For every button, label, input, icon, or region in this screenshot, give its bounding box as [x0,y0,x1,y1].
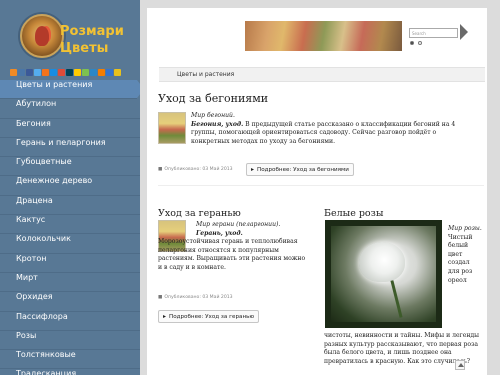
sidebar-item[interactable]: Мирт [0,273,140,293]
sidebar-item[interactable]: Традесканция [0,369,140,375]
sidebar-item[interactable]: Губоцветные [0,157,140,177]
site-logo[interactable]: Розмари Цветы [12,14,136,64]
sidebar-item[interactable]: Толстянковые [0,350,140,370]
search-options [410,41,422,46]
delicious-icon[interactable] [106,69,113,76]
odnoklassniki-icon[interactable] [42,69,49,76]
sidebar-item[interactable]: Денежное дерево [0,176,140,196]
publish-date: Опубликовано: 03 Май 2013 [158,295,232,300]
article-title[interactable]: Белые розы [324,208,383,219]
article-bold-lead: Герань, уход. [196,229,243,237]
rose-flower [359,242,405,282]
rss-icon[interactable] [10,69,17,76]
liveinternet-icon[interactable] [82,69,89,76]
search-option-radio[interactable] [418,41,422,45]
white-rose-image[interactable] [325,220,442,328]
sidebar-item[interactable]: Розы [0,331,140,351]
sidebar-item[interactable]: Орхидея [0,292,140,312]
main-content: Search Цветы и растения Уход за бегониям… [147,8,487,375]
search-button-icon[interactable] [460,24,468,40]
moimir-icon[interactable] [90,69,97,76]
header-banner [245,21,402,51]
publish-date: Опубликовано: 03 Май 2013 [158,167,232,172]
read-more-button[interactable]: Подробнее: Уход за бегониями [246,163,354,176]
twitter-icon[interactable] [34,69,41,76]
search-input[interactable]: Search [409,28,458,38]
sidebar-item[interactable]: Герань и пеларгония [0,138,140,158]
article-title[interactable]: Уход за бегониями [158,92,268,105]
sidebar-item[interactable]: Колокольчик [0,234,140,254]
mailru-icon[interactable] [50,69,57,76]
facebook-icon[interactable] [26,69,33,76]
blogger-icon[interactable] [98,69,105,76]
google-icon[interactable] [58,69,65,76]
livejournal-icon[interactable] [66,69,73,76]
sidebar-item[interactable]: Драцена [0,196,140,216]
article-bold-lead: Бегония, уход. [191,120,244,128]
article-excerpt: Мир бегоний. Бегония, уход. В предыдущей… [191,112,471,146]
sidebar-item[interactable]: Кактус [0,215,140,235]
site-title: Розмари [60,24,124,39]
article-thumbnail[interactable] [158,112,186,144]
vk-icon[interactable] [18,69,25,76]
sidebar-item[interactable]: Абутилон [0,99,140,119]
sidebar-nav: Цветы и растения Абутилон Бегония Герань и … [0,80,140,375]
scroll-to-top-button[interactable] [455,360,465,370]
read-more-button[interactable]: Подробнее: Уход за геранью [158,310,260,323]
divider [158,185,484,186]
yandex-icon[interactable] [74,69,81,76]
site-subtitle: Цветы [60,41,109,56]
social-share-bar [10,69,138,77]
rose-stem [390,280,403,318]
sidebar-item[interactable]: Бегония [0,119,140,138]
article-excerpt: Мир розы. Чистый белый цвет создал для р… [448,225,482,285]
sidebar: Розмари Цветы Цветы и растения Абутилон Бе… [0,0,140,375]
sidebar-item[interactable]: Кротон [0,254,140,273]
logo-emblem-icon [20,14,64,58]
search-option-radio[interactable] [410,41,414,45]
favorites-icon[interactable] [114,69,121,76]
sidebar-item[interactable]: Пассифлора [0,312,140,331]
article-body: Морозоустойчивая герань и теплолюбивая п… [158,238,306,271]
breadcrumb[interactable]: Цветы и растения [159,67,485,82]
article-excerpt: Мир герани (пеларгонии). Герань, уход. М… [158,221,307,273]
article-lead: Мир бегоний. [191,112,235,119]
article-lead: Мир розы. [448,225,482,232]
article-lead: Мир герани (пеларгонии). [196,221,281,228]
article-title[interactable]: Уход за геранью [158,208,241,219]
article-body: Чистый белый цвет создал для роз ореол [448,233,473,284]
sidebar-item[interactable]: Цветы и растения [0,80,140,100]
